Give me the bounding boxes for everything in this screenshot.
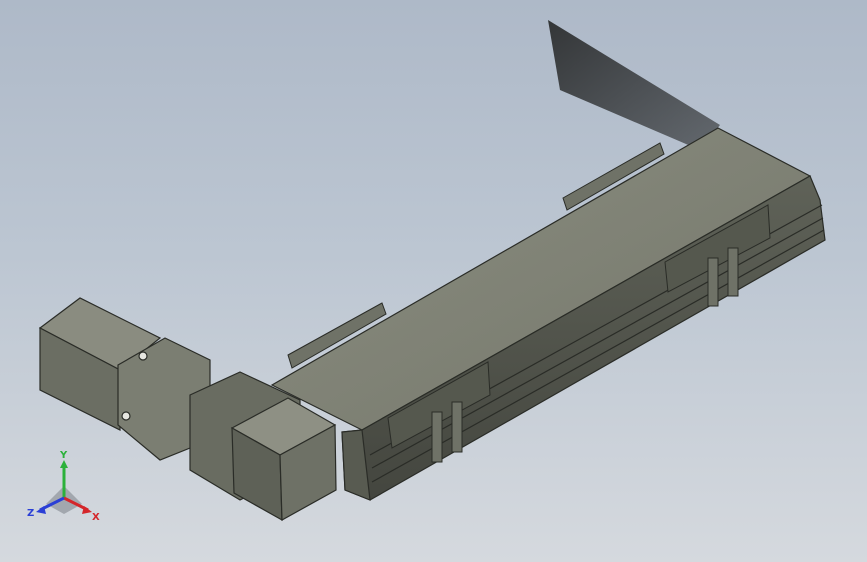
3d-viewport[interactable]: Y X Z [0, 0, 867, 562]
motor-shadow [548, 20, 720, 150]
y-axis-label: Y [59, 450, 68, 461]
z-axis-label: Z [27, 508, 34, 519]
x-axis-label: X [92, 512, 100, 523]
orientation-triad[interactable]: Y X Z [24, 448, 104, 528]
linear-module-body [270, 127, 826, 501]
y-arrow-icon [60, 460, 68, 468]
cad-model-scene[interactable] [0, 0, 867, 562]
